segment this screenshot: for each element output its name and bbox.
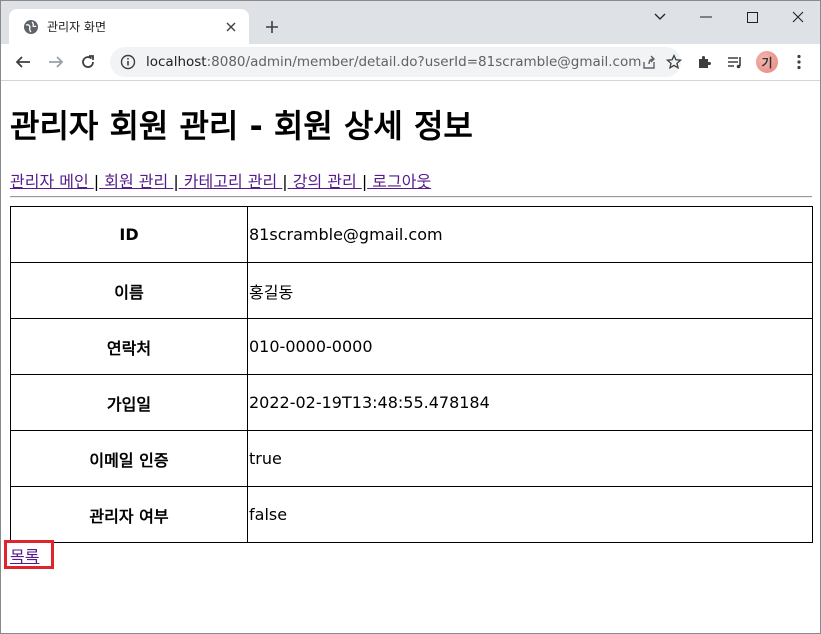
reload-icon[interactable] bbox=[74, 48, 102, 76]
table-row: 이름 홍길동 bbox=[10, 262, 813, 319]
minimize-button[interactable] bbox=[683, 1, 729, 33]
list-link[interactable]: 목록 bbox=[10, 543, 39, 567]
nav-link-logout[interactable]: 로그아웃 bbox=[367, 172, 431, 191]
table-row: 가입일 2022-02-19T13:48:55.478184 bbox=[10, 374, 813, 431]
row-value-join-date: 2022-02-19T13:48:55.478184 bbox=[247, 374, 813, 431]
share-icon[interactable] bbox=[641, 51, 657, 73]
row-label-phone: 연락처 bbox=[10, 318, 248, 375]
kebab-menu-icon[interactable] bbox=[785, 48, 813, 76]
page-title: 관리자 회원 관리 - 회원 상세 정보 bbox=[10, 107, 473, 145]
row-label-admin: 관리자 여부 bbox=[10, 486, 248, 543]
nav-link-admin-main[interactable]: 관리자 메인 bbox=[10, 172, 94, 191]
extensions-puzzle-icon[interactable] bbox=[690, 48, 718, 76]
url-path: :8080/admin/member/detail.do?userId=81sc… bbox=[206, 54, 642, 70]
row-label-name: 이름 bbox=[10, 262, 248, 319]
tab-search-icon[interactable] bbox=[637, 1, 683, 33]
row-value-id: 81scramble@gmail.com bbox=[247, 206, 813, 263]
back-arrow-icon[interactable] bbox=[9, 48, 37, 76]
page-content: 관리자 회원 관리 - 회원 상세 정보 관리자 메인 | 회원 관리 | 카테… bbox=[1, 82, 820, 633]
table-row: 관리자 여부 false bbox=[10, 486, 813, 543]
table-row: ID 81scramble@gmail.com bbox=[10, 206, 813, 263]
nav-link-member[interactable]: 회원 관리 bbox=[99, 172, 173, 191]
admin-nav: 관리자 메인 | 회원 관리 | 카테고리 관리 | 강의 관리 | 로그아웃 bbox=[10, 168, 431, 192]
row-label-join-date: 가입일 bbox=[10, 374, 248, 431]
bookmark-star-icon[interactable] bbox=[666, 51, 683, 73]
site-info-icon[interactable] bbox=[120, 54, 136, 70]
row-value-name: 홍길동 bbox=[247, 262, 813, 319]
avatar: 기 bbox=[756, 51, 778, 73]
nav-link-course[interactable]: 강의 관리 bbox=[288, 172, 362, 191]
globe-icon bbox=[23, 19, 39, 35]
new-tab-button[interactable] bbox=[259, 14, 285, 40]
nav-link-category[interactable]: 카테고리 관리 bbox=[179, 172, 283, 191]
tab-strip: 관리자 화면 bbox=[1, 1, 820, 44]
browser-tab[interactable]: 관리자 화면 bbox=[9, 9, 249, 44]
row-label-id: ID bbox=[10, 206, 248, 263]
profile-avatar[interactable]: 기 bbox=[753, 48, 781, 76]
row-value-admin: false bbox=[247, 486, 813, 543]
maximize-button[interactable] bbox=[729, 1, 775, 33]
address-bar[interactable]: localhost:8080/admin/member/detail.do?us… bbox=[110, 47, 683, 77]
row-label-email-verified: 이메일 인증 bbox=[10, 430, 248, 487]
table-row: 이메일 인증 true bbox=[10, 430, 813, 487]
table-row: 연락처 010-0000-0000 bbox=[10, 318, 813, 375]
url-host: localhost bbox=[146, 54, 207, 70]
tab-title: 관리자 화면 bbox=[47, 20, 107, 34]
row-value-email-verified: true bbox=[247, 430, 813, 487]
divider bbox=[10, 196, 812, 198]
close-window-button[interactable] bbox=[775, 1, 821, 33]
url-text[interactable]: localhost:8080/admin/member/detail.do?us… bbox=[146, 54, 641, 70]
forward-arrow-icon[interactable] bbox=[42, 48, 70, 76]
reading-list-icon[interactable] bbox=[721, 48, 749, 76]
close-tab-icon[interactable] bbox=[221, 17, 241, 37]
row-value-phone: 010-0000-0000 bbox=[247, 318, 813, 375]
browser-toolbar: localhost:8080/admin/member/detail.do?us… bbox=[1, 44, 820, 81]
member-detail-table: ID 81scramble@gmail.com 이름 홍길동 연락처 010-0… bbox=[10, 206, 813, 543]
